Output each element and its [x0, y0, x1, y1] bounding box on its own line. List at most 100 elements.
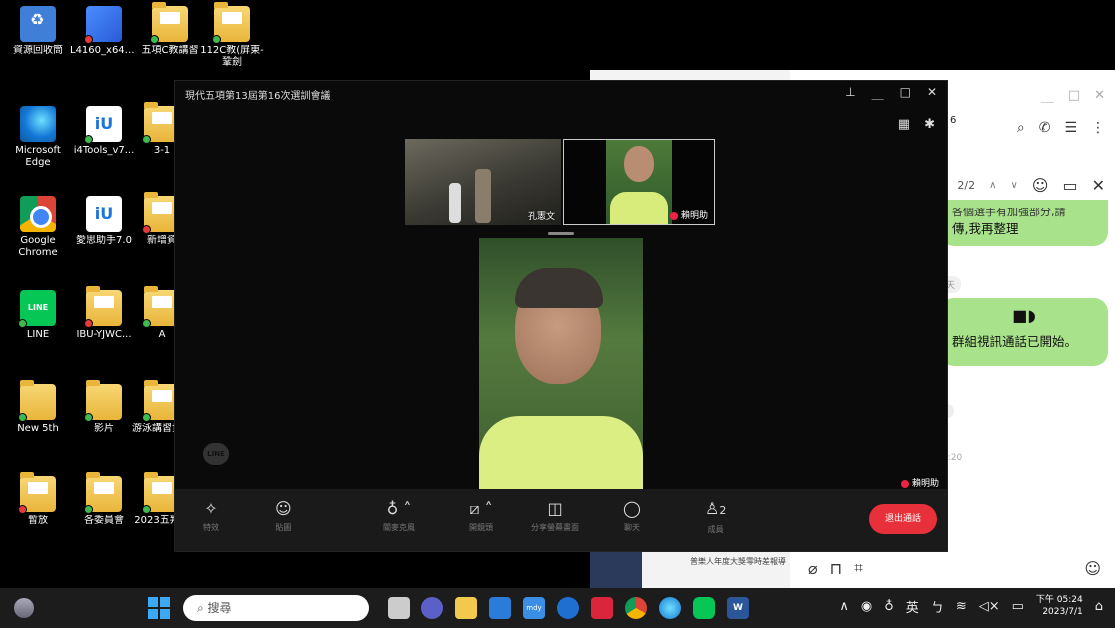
- desktop-edge[interactable]: Microsoft Edge: [4, 106, 72, 169]
- active-speaker-label: 賴明助: [900, 476, 939, 489]
- chat-search-bar: 2/2 ∧ ∨ ☺ ▭ ✕: [957, 165, 1115, 205]
- wifi-icon[interactable]: ≋: [956, 599, 967, 614]
- chevron-up-icon[interactable]: ∧: [839, 599, 849, 614]
- mic-button[interactable]: ♁ ˄ 關麥克風: [383, 499, 415, 533]
- start-button[interactable]: [148, 597, 170, 619]
- chat-button[interactable]: ◯ 聊天: [623, 499, 641, 533]
- line-app-icon[interactable]: [693, 597, 715, 619]
- pin-icon[interactable]: ⊥: [845, 85, 855, 102]
- word-icon[interactable]: W: [727, 597, 749, 619]
- chat-input-toolbar: ⌀ ⊓ ⌗ ☺: [790, 548, 1115, 588]
- desktop-chrome[interactable]: Google Chrome: [4, 196, 72, 259]
- drag-handle[interactable]: [548, 232, 574, 235]
- layout-icon[interactable]: ▦: [898, 117, 910, 132]
- minimize-icon[interactable]: ＿: [872, 85, 884, 102]
- search-icon[interactable]: ⌕: [1017, 120, 1025, 136]
- share-screen-icon: ◫: [547, 499, 563, 518]
- camera-button[interactable]: ⧄ ˄ 開鏡頭: [469, 499, 493, 533]
- mcafee-icon[interactable]: [591, 597, 613, 619]
- app-update-icon[interactable]: [557, 597, 579, 619]
- maximize-icon[interactable]: □: [1068, 88, 1080, 103]
- chrome-icon[interactable]: [625, 597, 647, 619]
- folder-icon: [18, 472, 56, 514]
- desktop-folder-new-5th[interactable]: New 5th: [4, 380, 72, 435]
- video-call-started-bubble[interactable]: ■◗ 群組視訊通話已開始。: [940, 298, 1108, 366]
- volume-icon[interactable]: ◁×: [979, 599, 1000, 614]
- participant-tile-active[interactable]: 賴明助: [563, 139, 715, 225]
- close-icon[interactable]: ✕: [1094, 88, 1105, 103]
- desktop-icon-l4160[interactable]: L4160_x64_...: [70, 6, 138, 57]
- desktop-folder-112c[interactable]: 112C教(屏東-鞏劍: [198, 2, 266, 69]
- video-scene: [475, 169, 491, 223]
- video-camera-icon: ■◗: [1012, 306, 1036, 325]
- chat-message-bubble[interactable]: 各個選手有加強部分,請 傳,我再整理: [940, 200, 1108, 246]
- weather-icon[interactable]: [14, 598, 34, 618]
- folder-icon: [84, 472, 122, 514]
- app-mdy-icon[interactable]: mdy: [523, 597, 545, 619]
- search-icon: ⌕: [197, 601, 208, 615]
- desktop-folder-temp[interactable]: 暫放: [4, 472, 72, 527]
- clock[interactable]: 下午 05:24 2023/7/1: [1036, 594, 1083, 618]
- members-button[interactable]: ♙2 成員: [705, 499, 726, 535]
- stickers-button[interactable]: ☺ 貼圖: [275, 499, 292, 533]
- chat-bubble-icon: ◯: [623, 499, 641, 518]
- video-person: [479, 416, 643, 490]
- minimize-icon[interactable]: ＿: [1041, 86, 1054, 105]
- emoji-picker-icon[interactable]: ☺: [1084, 559, 1101, 578]
- ime-indicator[interactable]: 英: [906, 597, 919, 616]
- close-icon[interactable]: ✕: [927, 85, 937, 102]
- chrome-icon: [20, 196, 56, 232]
- crop-icon[interactable]: ⌗: [854, 558, 863, 578]
- bookmark-icon[interactable]: ⊓: [830, 559, 842, 578]
- network-alert-icon[interactable]: ◉: [861, 599, 872, 614]
- participant-video: [606, 140, 672, 224]
- meet-icon[interactable]: [421, 597, 443, 619]
- battery-icon[interactable]: ▭: [1012, 599, 1024, 614]
- leave-call-button[interactable]: 退出通話: [869, 504, 937, 534]
- maximize-icon[interactable]: □: [900, 85, 911, 102]
- video-call-window[interactable]: 現代五項第13屆第16次選訓會議 ⊥ ＿ □ ✕ ▦ ✱ 孔憲文 賴明助 LIN…: [174, 80, 948, 552]
- file-explorer-icon[interactable]: [455, 597, 477, 619]
- share-screen-button[interactable]: ◫ 分享螢幕畫面: [531, 499, 579, 533]
- participant-tile[interactable]: 孔憲文: [405, 139, 561, 225]
- folder-icon: [150, 2, 188, 44]
- folder-icon: [84, 286, 122, 328]
- desktop-folder-c-course[interactable]: 五項C教講習: [136, 2, 204, 57]
- main-video[interactable]: [479, 238, 643, 490]
- participant-name: 賴明助: [669, 208, 708, 221]
- phone-icon[interactable]: ✆: [1039, 120, 1051, 136]
- attach-icon[interactable]: ⌀: [808, 559, 818, 578]
- notification-icon[interactable]: ⌂: [1095, 599, 1103, 614]
- call-window-controls: ⊥ ＿ □ ✕: [845, 85, 937, 102]
- close-search-icon[interactable]: ✕: [1092, 176, 1105, 195]
- installer-icon: [84, 6, 122, 44]
- emoji-icon[interactable]: ☺: [1032, 176, 1049, 195]
- desktop-line[interactable]: LINE LINE: [4, 290, 72, 341]
- chevron-down-icon[interactable]: ∨: [1010, 180, 1017, 191]
- aisi-icon: iU: [86, 196, 122, 232]
- more-icon[interactable]: ⋮: [1091, 120, 1105, 136]
- recycle-bin[interactable]: ♻ 資源回收筒: [4, 6, 72, 57]
- microphone-icon[interactable]: ♁: [884, 599, 894, 614]
- system-tray: ∧ ◉ ♁ 英 ㄅ ≋ ◁× ▭ 下午 05:24 2023/7/1 ⌂: [839, 594, 1103, 618]
- line-watermark-icon: LINE: [203, 443, 229, 465]
- calendar-icon[interactable]: ▭: [1062, 176, 1077, 195]
- edge-icon[interactable]: [659, 597, 681, 619]
- camera-off-icon: ⧄ ˄: [469, 499, 493, 518]
- mic-muted-icon: [669, 211, 678, 220]
- effects-button[interactable]: ✧ 特效: [203, 499, 219, 533]
- background-caption: 普樂人年度大獎零時差報導: [690, 557, 786, 566]
- search-counter: 2/2: [957, 178, 976, 192]
- message-text-partial: 各個選手有加強部分,請: [952, 208, 1066, 218]
- participant-name: 孔憲文: [527, 212, 555, 222]
- chevron-up-icon[interactable]: ∧: [989, 180, 996, 191]
- sparkle-icon: ✧: [204, 499, 218, 518]
- gear-icon[interactable]: ✱: [924, 117, 935, 132]
- task-view-icon[interactable]: [388, 597, 410, 619]
- store-icon[interactable]: [489, 597, 511, 619]
- call-title: 現代五項第13屆第16次選訓會議: [185, 91, 331, 102]
- ime-mode-icon[interactable]: ㄅ: [931, 597, 944, 616]
- microphone-icon: ♁ ˄: [386, 499, 412, 518]
- search-input[interactable]: ⌕ 搜尋: [183, 595, 369, 621]
- notes-icon[interactable]: ☰: [1064, 120, 1077, 136]
